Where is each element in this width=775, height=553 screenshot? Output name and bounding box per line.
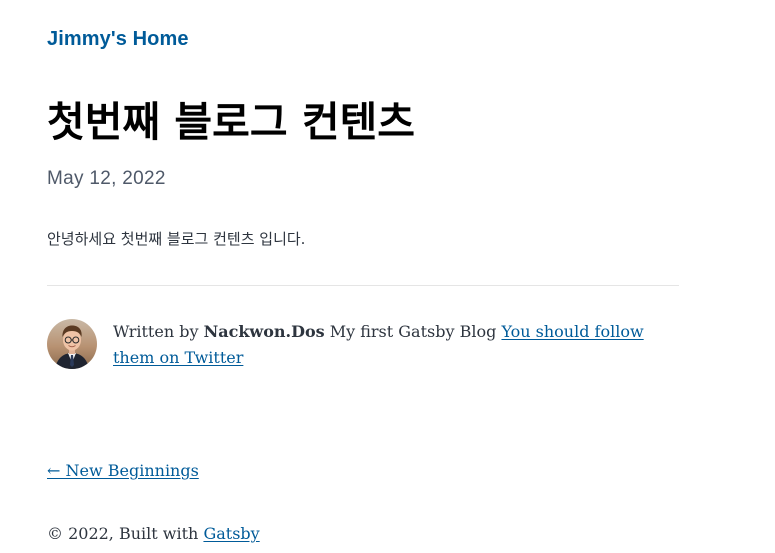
author-name: Nackwon.Dos xyxy=(203,322,325,341)
post-body: 안녕하세요 첫번째 블로그 컨텐츠 입니다. xyxy=(47,230,306,248)
footer-copyright: © 2022, Built with xyxy=(47,524,199,543)
post-date: May 12, 2022 xyxy=(47,168,166,189)
previous-post-link[interactable]: ← New Beginnings xyxy=(47,459,199,483)
written-by-label: Written by xyxy=(113,322,199,341)
post-title: 첫번째 블로그 컨텐츠 xyxy=(47,98,416,146)
divider xyxy=(47,285,679,286)
author-description: My first Gatsby Blog xyxy=(329,322,497,341)
bio-text: Written by Nackwon.Dos My first Gatsby B… xyxy=(113,319,679,371)
site-title-link[interactable]: Jimmy's Home xyxy=(47,28,189,51)
author-avatar-icon xyxy=(47,319,97,369)
footer: © 2022, Built with Gatsby xyxy=(47,522,260,546)
gatsby-link[interactable]: Gatsby xyxy=(203,524,259,543)
